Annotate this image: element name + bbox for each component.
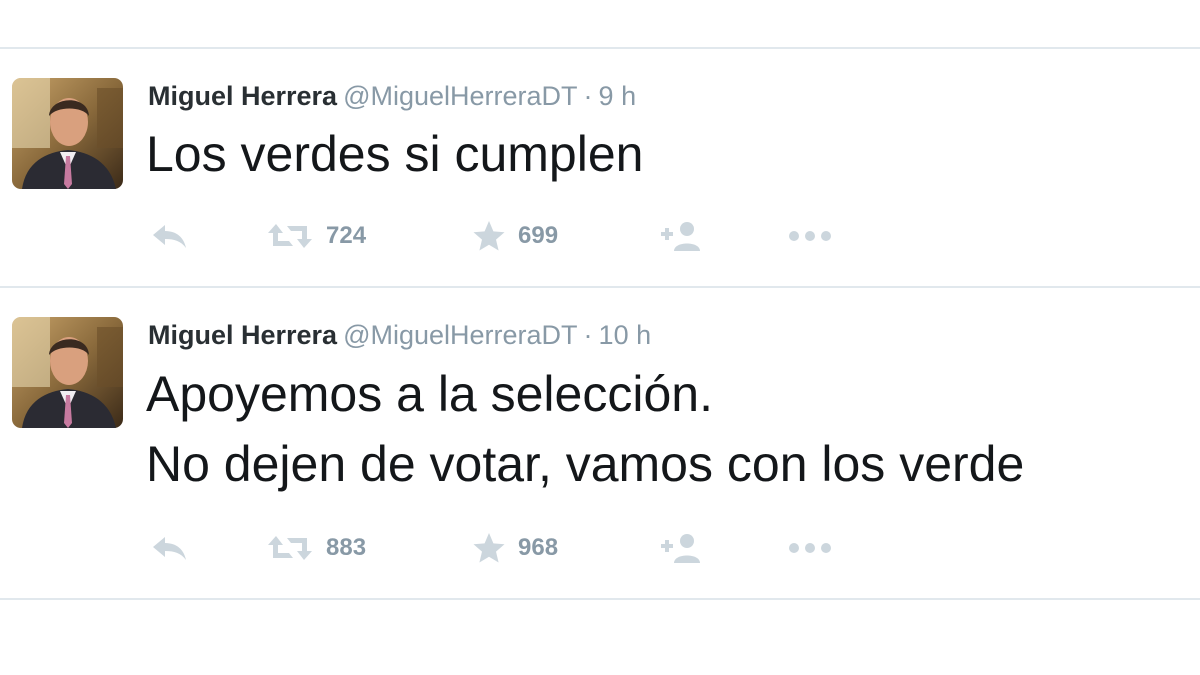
more-button[interactable] — [787, 216, 833, 256]
retweet-icon — [268, 224, 312, 248]
avatar-photo — [12, 78, 123, 189]
avatar[interactable] — [12, 317, 123, 428]
favorite-button[interactable]: 699 — [472, 216, 558, 256]
user-handle[interactable]: @MiguelHerreraDT — [343, 320, 577, 350]
favorite-button[interactable]: 968 — [472, 528, 558, 568]
follow-button[interactable] — [660, 216, 706, 256]
timestamp[interactable]: 10 h — [599, 320, 652, 350]
reply-icon — [153, 225, 186, 248]
tweet-text: Los verdes si cumplen — [146, 126, 644, 182]
tweet-text-line-1: Apoyemos a la selección. — [146, 366, 713, 422]
reply-button[interactable] — [150, 216, 190, 256]
more-icon — [789, 231, 831, 241]
tweet-header: Miguel Herrera @MiguelHerreraDT · 9 h — [148, 78, 636, 114]
follow-icon — [661, 534, 700, 563]
more-button[interactable] — [787, 528, 833, 568]
separator: · — [583, 81, 593, 111]
user-name[interactable]: Miguel Herrera — [148, 81, 337, 111]
bottom-divider — [0, 598, 1200, 600]
tweet-header: Miguel Herrera @MiguelHerreraDT · 10 h — [148, 317, 651, 353]
retweet-count: 883 — [326, 534, 367, 561]
follow-button[interactable] — [660, 528, 706, 568]
avatar-photo — [12, 317, 123, 428]
star-icon — [473, 533, 505, 563]
timestamp[interactable]: 9 h — [599, 81, 637, 111]
tweet-text-line-2: No dejen de votar, vamos con los verde — [146, 436, 1025, 492]
tweet-actions: 724 699 — [150, 216, 850, 256]
retweet-button[interactable]: 883 — [266, 528, 366, 568]
user-handle[interactable]: @MiguelHerreraDT — [343, 81, 577, 111]
separator: · — [583, 320, 593, 350]
tweet-actions: 883 968 — [150, 528, 850, 568]
follow-icon — [661, 222, 700, 251]
reply-icon — [153, 537, 186, 560]
retweet-count: 724 — [326, 222, 367, 249]
tweet-divider — [0, 286, 1200, 288]
user-name[interactable]: Miguel Herrera — [148, 320, 337, 350]
top-divider — [0, 47, 1200, 49]
more-icon — [789, 543, 831, 553]
favorite-count: 699 — [518, 222, 559, 249]
star-icon — [473, 221, 505, 251]
retweet-icon — [268, 536, 312, 560]
reply-button[interactable] — [150, 528, 190, 568]
favorite-count: 968 — [518, 534, 559, 561]
retweet-button[interactable]: 724 — [266, 216, 366, 256]
avatar[interactable] — [12, 78, 123, 189]
